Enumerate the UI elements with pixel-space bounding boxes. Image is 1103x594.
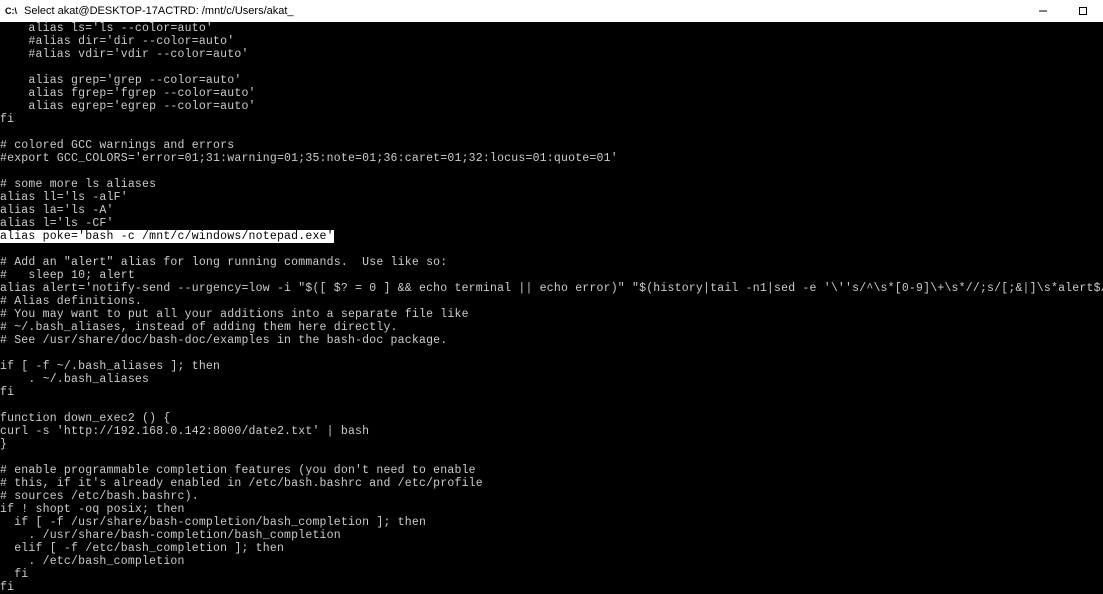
terminal-line: alias poke='bash -c /mnt/c/windows/notep… [0, 230, 1103, 243]
terminal-line: if ! shopt -oq posix; then [0, 503, 1103, 516]
terminal-line: # some more ls aliases [0, 178, 1103, 191]
terminal-line: # enable programmable completion feature… [0, 464, 1103, 477]
terminal-line: # You may want to put all your additions… [0, 308, 1103, 321]
terminal-line: . /usr/share/bash-completion/bash_comple… [0, 529, 1103, 542]
terminal-line: #alias dir='dir --color=auto' [0, 35, 1103, 48]
terminal-line: fi [0, 113, 1103, 126]
terminal-line: elif [ -f /etc/bash_completion ]; then [0, 542, 1103, 555]
highlighted-text: alias poke='bash -c /mnt/c/windows/notep… [0, 230, 334, 243]
terminal-line: # ~/.bash_aliases, instead of adding the… [0, 321, 1103, 334]
terminal-line [0, 61, 1103, 74]
terminal-line: alias ll='ls -alF' [0, 191, 1103, 204]
minimize-button[interactable] [1023, 0, 1063, 22]
terminal-content[interactable]: alias ls='ls --color=auto' #alias dir='d… [0, 22, 1103, 594]
terminal-line: #alias vdir='vdir --color=auto' [0, 48, 1103, 61]
terminal-line: . ~/.bash_aliases [0, 373, 1103, 386]
titlebar-left: C:\ Select akat@DESKTOP-17ACTRD: /mnt/c/… [4, 4, 294, 18]
terminal-line: function down_exec2 () { [0, 412, 1103, 425]
terminal-line: # sources /etc/bash.bashrc). [0, 490, 1103, 503]
window-titlebar: C:\ Select akat@DESKTOP-17ACTRD: /mnt/c/… [0, 0, 1103, 22]
terminal-line: # colored GCC warnings and errors [0, 139, 1103, 152]
terminal-line: if [ -f ~/.bash_aliases ]; then [0, 360, 1103, 373]
terminal-icon: C:\ [4, 4, 18, 18]
terminal-line: fi [0, 568, 1103, 581]
titlebar-controls [1023, 0, 1103, 22]
terminal-line [0, 451, 1103, 464]
terminal-line: alias l='ls -CF' [0, 217, 1103, 230]
terminal-line: } [0, 438, 1103, 451]
terminal-line: fi [0, 386, 1103, 399]
terminal-line: alias fgrep='fgrep --color=auto' [0, 87, 1103, 100]
terminal-line: alias grep='grep --color=auto' [0, 74, 1103, 87]
terminal-line: # Add an "alert" alias for long running … [0, 256, 1103, 269]
terminal-line: alias la='ls -A' [0, 204, 1103, 217]
terminal-line [0, 399, 1103, 412]
terminal-line: alias alert='notify-send --urgency=low -… [0, 282, 1103, 295]
terminal-line: # this, if it's already enabled in /etc/… [0, 477, 1103, 490]
terminal-line: # Alias definitions. [0, 295, 1103, 308]
terminal-line: . /etc/bash_completion [0, 555, 1103, 568]
terminal-line [0, 243, 1103, 256]
terminal-line [0, 126, 1103, 139]
terminal-line: #export GCC_COLORS='error=01;31:warning=… [0, 152, 1103, 165]
terminal-line: # See /usr/share/doc/bash-doc/examples i… [0, 334, 1103, 347]
terminal-line: # sleep 10; alert [0, 269, 1103, 282]
terminal-line: alias egrep='egrep --color=auto' [0, 100, 1103, 113]
terminal-line [0, 165, 1103, 178]
terminal-line: if [ -f /usr/share/bash-completion/bash_… [0, 516, 1103, 529]
maximize-button[interactable] [1063, 0, 1103, 22]
terminal-line [0, 347, 1103, 360]
window-title: Select akat@DESKTOP-17ACTRD: /mnt/c/User… [24, 5, 294, 17]
terminal-line: alias ls='ls --color=auto' [0, 22, 1103, 35]
terminal-line: curl -s 'http://192.168.0.142:8000/date2… [0, 425, 1103, 438]
